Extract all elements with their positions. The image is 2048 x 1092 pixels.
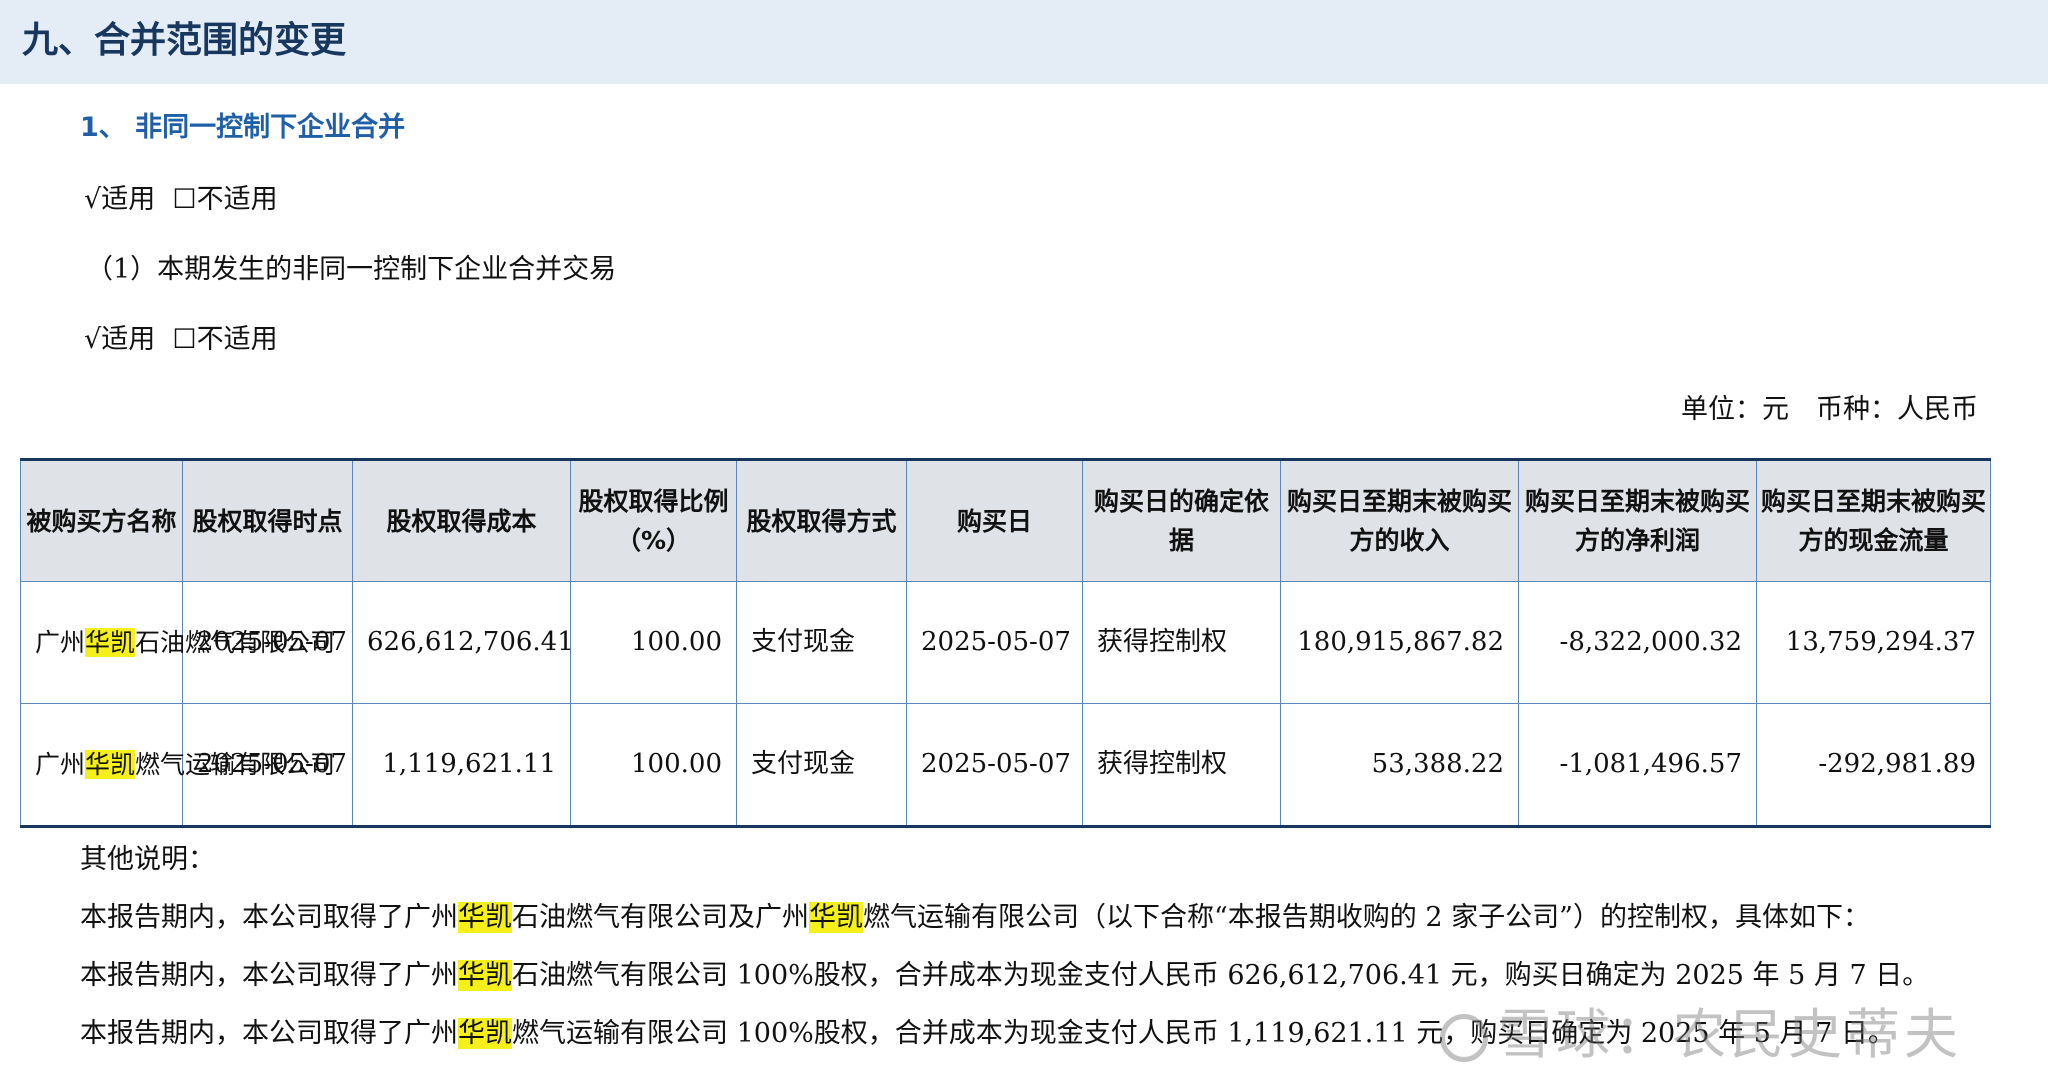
- header-revenue: 购买日至期末被购买方的收入: [1280, 459, 1519, 582]
- acquisition-time-cell: 2025-05-07: [182, 703, 353, 828]
- date-basis-cell: 获得控制权: [1082, 703, 1281, 828]
- equity-ratio-cell: 100.00: [570, 703, 737, 828]
- checkbox-icon: ☐: [172, 324, 197, 355]
- watermark-text: 雪球：农民史蒂夫: [1498, 1003, 1962, 1066]
- header-date-basis: 购买日的确定依据: [1082, 459, 1281, 582]
- section-header: 九、合并范围的变更: [0, 0, 2048, 84]
- revenue-cell: 53,388.22: [1280, 703, 1519, 828]
- header-purchase-date: 购买日: [906, 459, 1083, 582]
- purchase-date-cell: 2025-05-07: [906, 703, 1083, 828]
- highlight-mark: 华凯: [458, 960, 512, 991]
- acquisition-method-cell: 支付现金: [736, 581, 907, 704]
- equity-ratio-cell: 100.00: [570, 581, 737, 704]
- applicable-label: 适用: [101, 184, 156, 215]
- acquiree-name-cell: 广州华凯石油燃气有限公司: [20, 581, 335, 704]
- acquisition-time-cell: 2025-05-07: [182, 581, 353, 704]
- acquisition-cost-cell: 1,119,621.11: [352, 703, 571, 828]
- table-header-row: 被购买方名称 股权取得时点 股权取得成本 股权取得比例（%） 股权取得方式 购买…: [20, 459, 1991, 582]
- table-row: 广州华凯石油燃气有限公司 2025-05-07 626,612,706.41 1…: [20, 581, 1991, 704]
- notes-label: 其他说明：: [80, 844, 215, 875]
- table-row: 广州华凯燃气运输有限公司 2025-05-07 1,119,621.11 100…: [20, 703, 1991, 828]
- cash-flow-cell: 13,759,294.37: [1756, 581, 1991, 704]
- transaction-title: （1）本期发生的非同一控制下企业合并交易: [86, 254, 617, 285]
- header-net-profit: 购买日至期末被购买方的净利润: [1518, 459, 1757, 582]
- notes-paragraph-1: 本报告期内，本公司取得了广州华凯石油燃气有限公司及广州华凯燃气运输有限公司（以下…: [80, 902, 1870, 933]
- applicability-line-1: √适用 ☐不适用: [84, 180, 278, 220]
- header-equity-ratio: 股权取得比例（%）: [570, 459, 737, 582]
- checkbox-icon: ☐: [172, 184, 197, 215]
- unit-currency-note: 单位：元 币种：人民币: [1681, 394, 1978, 425]
- subsection-title: 1、 非同一控制下企业合并: [80, 112, 406, 143]
- acquiree-name-cell: 广州华凯燃气运输有限公司: [20, 703, 335, 828]
- header-acquisition-time: 股权取得时点: [182, 459, 353, 582]
- acquisition-table: 被购买方名称 股权取得时点 股权取得成本 股权取得比例（%） 股权取得方式 购买…: [20, 458, 1991, 828]
- header-acquiree: 被购买方名称: [20, 459, 183, 582]
- date-basis-cell: 获得控制权: [1082, 581, 1281, 704]
- highlight-mark: 华凯: [809, 902, 863, 933]
- highlight-mark: 华凯: [85, 627, 136, 657]
- acquisition-cost-cell: 626,612,706.41: [352, 581, 574, 704]
- header-cash-flow: 购买日至期末被购买方的现金流量: [1756, 459, 1991, 582]
- highlight-mark: 华凯: [458, 902, 512, 933]
- applicable-label: 适用: [101, 324, 156, 355]
- applicability-line-2: √适用 ☐不适用: [84, 320, 278, 360]
- net-profit-cell: -1,081,496.57: [1518, 703, 1757, 828]
- section-title: 九、合并范围的变更: [22, 20, 347, 61]
- highlight-mark: 华凯: [85, 749, 136, 779]
- header-acquisition-cost: 股权取得成本: [352, 459, 571, 582]
- header-acquisition-method: 股权取得方式: [736, 459, 907, 582]
- not-applicable-label: 不适用: [196, 324, 278, 355]
- checkmark-icon: √: [84, 324, 102, 355]
- purchase-date-cell: 2025-05-07: [906, 581, 1083, 704]
- checkmark-icon: √: [84, 184, 102, 215]
- watermark: 雪球：农民史蒂夫: [1440, 990, 1962, 1069]
- not-applicable-label: 不适用: [196, 184, 278, 215]
- cash-flow-cell: -292,981.89: [1756, 703, 1991, 828]
- highlight-mark: 华凯: [458, 1018, 512, 1049]
- revenue-cell: 180,915,867.82: [1280, 581, 1519, 704]
- snowball-logo-icon: [1440, 1014, 1488, 1063]
- net-profit-cell: -8,322,000.32: [1518, 581, 1757, 704]
- acquisition-method-cell: 支付现金: [736, 703, 907, 828]
